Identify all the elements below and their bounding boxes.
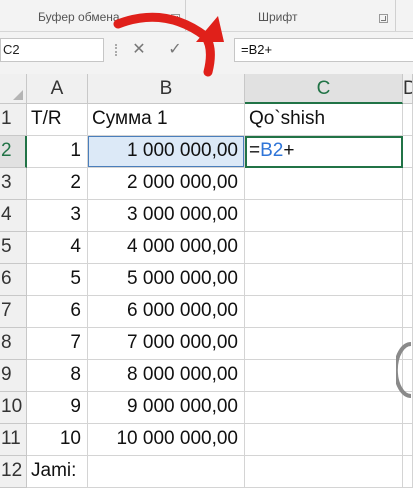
annotation-arrow-icon [113, 12, 224, 77]
partial-shape-icon [396, 342, 412, 398]
